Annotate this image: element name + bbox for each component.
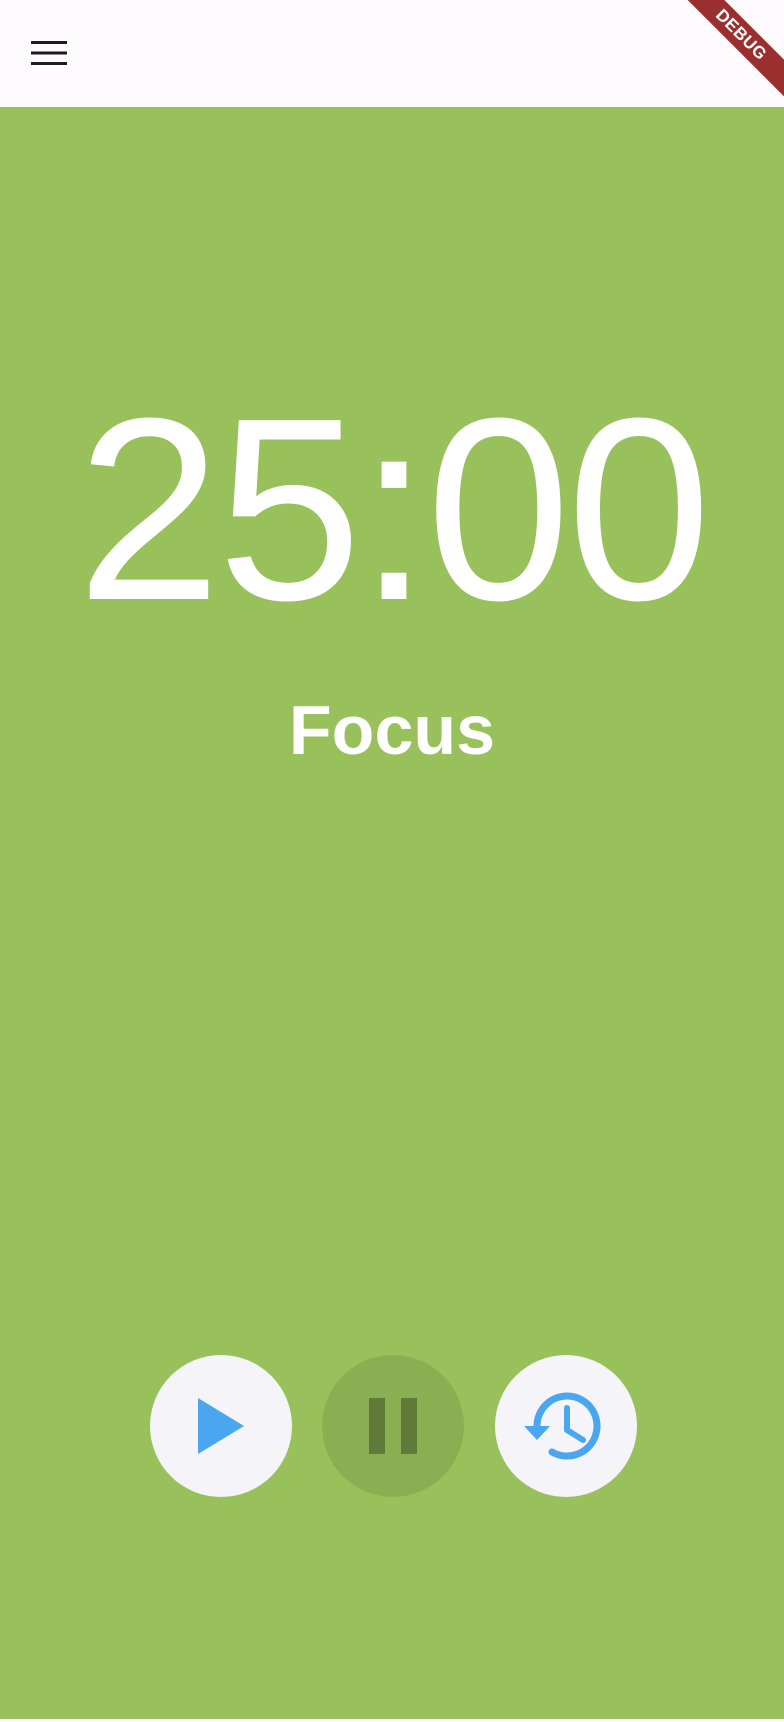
timer-display: 25:00 (76, 365, 712, 655)
app-bar (0, 0, 784, 107)
pause-button[interactable] (322, 1355, 464, 1497)
hamburger-menu-icon (31, 41, 67, 65)
reset-button[interactable] (495, 1355, 637, 1497)
play-icon (198, 1398, 244, 1454)
menu-button[interactable] (20, 28, 78, 78)
pause-icon (369, 1398, 417, 1454)
phase-label: Focus (288, 691, 496, 769)
restore-history-icon (524, 1392, 601, 1460)
play-button[interactable] (150, 1355, 292, 1497)
